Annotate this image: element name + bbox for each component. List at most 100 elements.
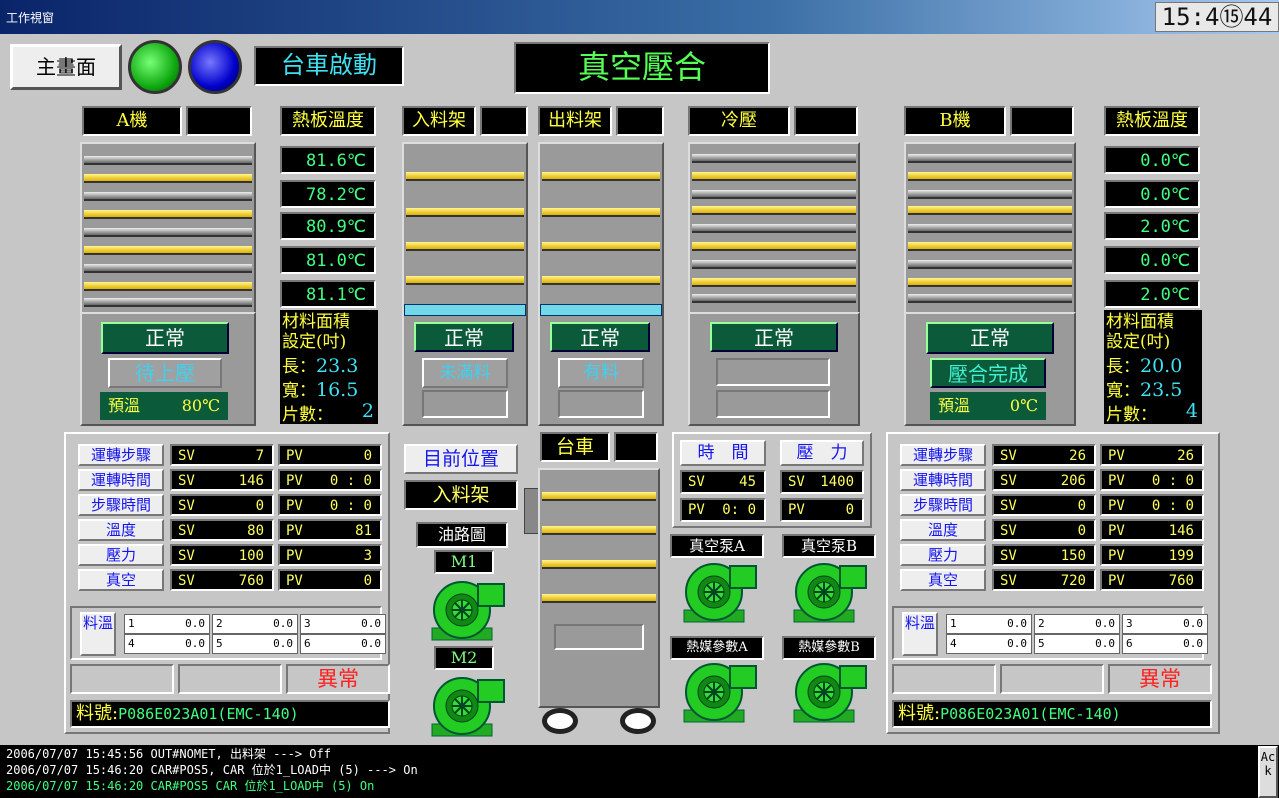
current-position: 入料架 bbox=[404, 480, 518, 510]
pv-label: PV bbox=[286, 548, 303, 564]
pressure-label: 壓 力 bbox=[780, 440, 864, 466]
b-temp-4: 0.0℃ bbox=[1104, 246, 1200, 274]
width-label: 寬： bbox=[282, 381, 316, 401]
material-temp-cell: 4 0.0 bbox=[946, 634, 1032, 654]
sv-label: SV bbox=[178, 523, 195, 539]
param-sv: SV 80 bbox=[170, 519, 274, 541]
log-line: 2006/07/07 15:46:20 CAR#POS5, CAR 位於1_LO… bbox=[6, 763, 418, 777]
a-temp-1: 81.6℃ bbox=[280, 146, 376, 174]
pv-label: PV bbox=[1108, 548, 1125, 564]
param-label: 真空 bbox=[78, 569, 164, 591]
title-bar: 工作視窗 bbox=[0, 0, 1279, 34]
cell-value: 0.0 bbox=[1007, 617, 1027, 630]
sv-value: 0 bbox=[255, 498, 264, 514]
input-rack-status: 正常 bbox=[414, 322, 514, 352]
blue-stop-button[interactable] bbox=[188, 40, 242, 94]
vacuum-pump-b bbox=[790, 560, 868, 624]
param-label: 運轉時間 bbox=[900, 469, 986, 491]
width-label: 寬： bbox=[1106, 381, 1140, 401]
param-pv: PV 0 : 0 bbox=[1100, 494, 1204, 516]
area-title: 材料面積設定(吋) bbox=[1106, 312, 1174, 352]
input-rack-title: 入料架 bbox=[402, 106, 476, 136]
material-temp-cell: 4 0.0 bbox=[124, 634, 210, 654]
pv-label: PV bbox=[286, 473, 303, 489]
alarm-indicator: 異常 bbox=[1108, 664, 1212, 694]
sv-value: 146 bbox=[238, 473, 264, 489]
position-title: 目前位置 bbox=[404, 444, 518, 474]
material-temp-cell: 5 0.0 bbox=[212, 634, 298, 654]
a-temp-2: 78.2℃ bbox=[280, 180, 376, 208]
green-start-button[interactable] bbox=[128, 40, 182, 94]
sv-value: 206 bbox=[1060, 473, 1086, 489]
param-pv: PV 26 bbox=[1100, 444, 1204, 466]
cell-value: 0.0 bbox=[185, 637, 205, 650]
machine-b-status: 正常 bbox=[926, 322, 1054, 354]
oil-pump-m2-icon bbox=[431, 677, 505, 737]
pv-value: 0 bbox=[845, 502, 854, 518]
material-temp-cell: 5 0.0 bbox=[1034, 634, 1120, 654]
param-sv: SV 7 bbox=[170, 444, 274, 466]
sv-label: SV bbox=[788, 474, 805, 490]
pieces-label: 片數： bbox=[1106, 405, 1157, 425]
preheat-label: 預溫 bbox=[108, 396, 141, 415]
param-sv: SV 26 bbox=[992, 444, 1096, 466]
sv-value: 1400 bbox=[820, 474, 854, 490]
sv-label: SV bbox=[1000, 498, 1017, 514]
output-rack-blank bbox=[616, 106, 664, 136]
pv-value: 199 bbox=[1168, 548, 1194, 564]
param-pv: PV 3 bbox=[278, 544, 382, 566]
material-temp-cell: 1 0.0 bbox=[124, 614, 210, 634]
sv-value: 0 bbox=[1077, 498, 1086, 514]
pv-label: PV bbox=[1108, 498, 1125, 514]
alarm-indicator: 異常 bbox=[286, 664, 390, 694]
param-sv: SV 0 bbox=[992, 519, 1096, 541]
length-label: 長： bbox=[282, 357, 316, 377]
sv-value: 100 bbox=[238, 548, 264, 564]
pv-value: 0 bbox=[363, 573, 372, 589]
material-temp-cell: 1 0.0 bbox=[946, 614, 1032, 634]
sv-value: 80 bbox=[247, 523, 264, 539]
param-label: 溫度 bbox=[78, 519, 164, 541]
param-pv: PV 0 bbox=[278, 444, 382, 466]
param-label: 壓力 bbox=[900, 544, 986, 566]
param-label: 運轉時間 bbox=[78, 469, 164, 491]
pv-value: 0 bbox=[363, 448, 372, 464]
oil-pump-m1-icon bbox=[431, 581, 505, 641]
sv-value: 7 bbox=[255, 448, 264, 464]
part-label: 料號: bbox=[898, 703, 941, 724]
vacuum-pump-b-icon bbox=[793, 563, 867, 623]
output-rack-status: 正常 bbox=[550, 322, 650, 352]
cell-value: 0.0 bbox=[1183, 637, 1203, 650]
param-label: 壓力 bbox=[78, 544, 164, 566]
input-rack-slot bbox=[422, 390, 508, 418]
param-label: 溫度 bbox=[900, 519, 986, 541]
b-temp-1: 0.0℃ bbox=[1104, 146, 1200, 174]
cell-index: 2 bbox=[216, 617, 223, 630]
param-sv: SV 206 bbox=[992, 469, 1096, 491]
oil-pump-m1 bbox=[428, 578, 506, 642]
main-screen-button[interactable]: 主畫面 bbox=[10, 44, 122, 90]
machine-b-preheat: 預溫 0℃ bbox=[930, 392, 1046, 420]
pv-label: PV bbox=[788, 502, 805, 518]
length-value: 20.0 bbox=[1140, 355, 1183, 377]
vacuum-pump-b-label: 真空泵B bbox=[782, 534, 876, 558]
sv-value: 150 bbox=[1060, 548, 1086, 564]
clock: 15:4⑮44 bbox=[1155, 2, 1279, 32]
pv-value: 0 : 0 bbox=[329, 473, 372, 489]
b-temp-2: 0.0℃ bbox=[1104, 180, 1200, 208]
cold-press-blank bbox=[794, 106, 858, 136]
log-line: 2006/07/07 15:46:20 CAR#POS5 CAR 位於1_LOA… bbox=[6, 779, 375, 793]
param-label: 真空 bbox=[900, 569, 986, 591]
param-pv: PV 0 : 0 bbox=[1100, 469, 1204, 491]
input-rack-blank bbox=[480, 106, 528, 136]
vacuum-pump-a-label: 真空泵A bbox=[670, 534, 764, 558]
ack-button[interactable]: Ack bbox=[1258, 746, 1278, 798]
sv-label: SV bbox=[178, 548, 195, 564]
cold-press-slot-2 bbox=[716, 390, 830, 418]
param-label: 步驟時間 bbox=[900, 494, 986, 516]
pv-label: PV bbox=[286, 498, 303, 514]
pv-value: 3 bbox=[363, 548, 372, 564]
motor-m1-label: M1 bbox=[434, 550, 494, 574]
pv-label: PV bbox=[286, 573, 303, 589]
machine-b-title: B機 bbox=[904, 106, 1006, 136]
